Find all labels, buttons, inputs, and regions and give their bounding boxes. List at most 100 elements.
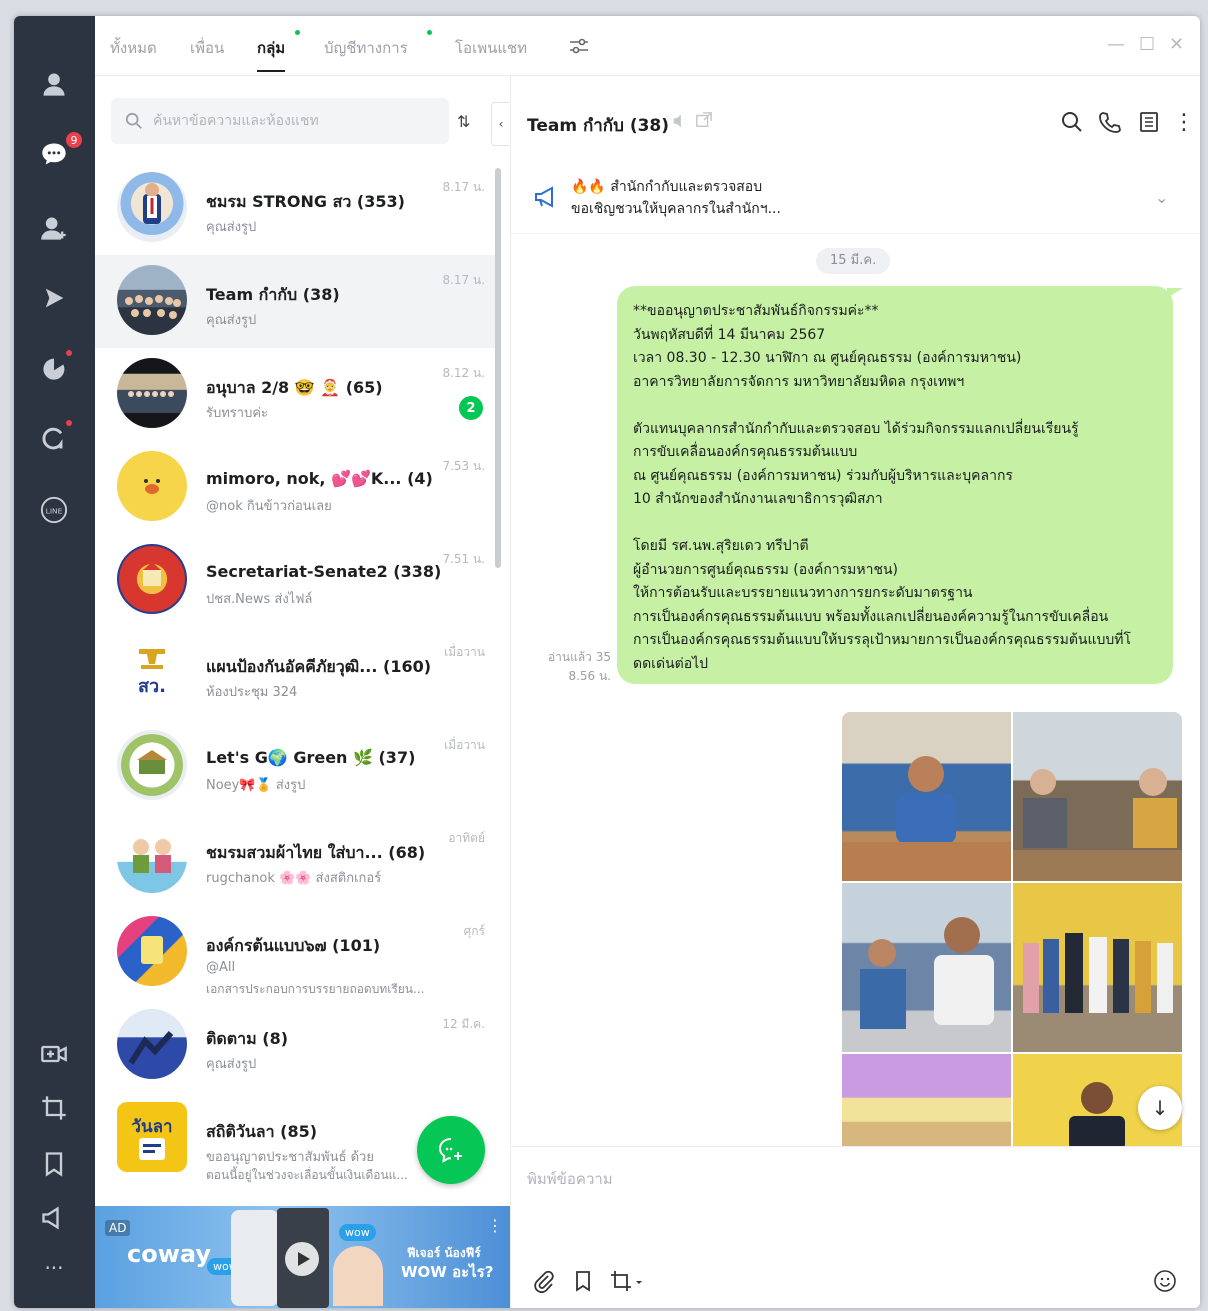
group-avatar [117,172,187,242]
notification-dot [427,30,432,35]
chat-preview: ปชส.News ส่งไฟล์ [206,592,313,607]
photo-album-message[interactable] [842,712,1182,1146]
chat-preview: คุณส่งรูป [206,1057,257,1072]
today-icon[interactable] [34,348,74,388]
ad-tag: AD [105,1220,131,1236]
photo-thumbnail[interactable] [1013,883,1182,1052]
add-friend-icon[interactable] [34,208,74,248]
emoji-icon[interactable] [1153,1269,1179,1295]
chat-name: Secretariat-Senate2 (338) [206,562,442,581]
message-line: 10 สำนักของสำนักงานเลขาธิการวุฒิสภา [633,491,883,507]
announcement-text: ขอเชิญชวนให้บุคลากรในสำนักฯ... [571,201,781,217]
chats-icon[interactable]: 9 [34,130,84,174]
chat-name: อนุบาล 2/8 🤓 🤶 (65) [206,378,383,397]
screenshot-icon[interactable] [34,1088,74,1128]
photo-thumbnail[interactable] [1013,712,1182,881]
chat-time: 7.53 น. [442,459,485,473]
search-input[interactable] [153,113,433,129]
chat-list-item[interactable]: mimoro, nok, 💕💕K... (4) @nok กินข้าวก่อน… [95,441,497,534]
tab-friends[interactable]: เพื่อน [190,36,224,60]
more-icon[interactable]: ··· [34,1248,74,1288]
collapse-panel-button[interactable]: ‹ [491,102,511,146]
message-line: ดดเด่นต่อไป [633,655,709,672]
chat-name: ชมรมสวมผ้าไทย ใส่บา... (68) [206,843,426,862]
photo-thumbnail[interactable] [842,1054,1011,1146]
ad-product-image [231,1210,279,1306]
attach-icon[interactable] [531,1269,557,1295]
menu-more-icon[interactable]: ⋮ [1173,110,1199,136]
chat-list-item[interactable]: ชมรมสวมผ้าไทย ใส่บา... (68) rugchanok 🌸🌸… [95,813,497,906]
mute-icon[interactable] [671,112,689,134]
keep-icon[interactable] [34,1144,74,1184]
chat-name: องค์กรต้นแบบ๖๗ (101) [206,936,381,955]
filter-icon[interactable] [568,36,590,60]
chat-time: ศุกร์ [463,924,485,938]
sort-icon[interactable]: ⇅ [457,112,485,134]
external-window-icon[interactable] [695,111,713,133]
voom-icon[interactable] [34,278,74,318]
chat-time: อาทิตย์ [448,831,485,845]
message-line: การเป็นองค์กรคุณธรรมต้นแบบให้บรรลุเป้าหม… [633,632,1132,648]
play-icon[interactable] [285,1242,319,1276]
phone-icon[interactable] [1098,110,1124,136]
group-avatar [117,544,187,614]
chat-name: ติดตาม (8) [206,1029,289,1048]
search-icon[interactable] [1060,110,1086,136]
left-rail: 9 LINE ··· [14,16,95,1308]
chat-list-item[interactable]: Secretariat-Senate2 (338) ปชส.News ส่งไฟ… [95,534,497,627]
notes-icon[interactable] [1137,110,1163,136]
new-chat-button[interactable] [417,1116,485,1184]
tab-all[interactable]: ทั้งหมด [110,36,157,60]
message-line: อาคารวิทยาลัยการจัดการ มหาวิทยาลัยมหิดล … [633,373,965,390]
tab-groups[interactable]: กลุ่ม [257,36,286,72]
message-line: **ขออนุญาตประชาสัมพันธ์กิจกรรมค่ะ** [633,303,879,319]
photo-thumbnail[interactable] [842,712,1011,881]
top-tabs: ทั้งหมด เพื่อน กลุ่ม บัญชีทางการ โอเพนแช… [95,16,1200,76]
photo-thumbnail[interactable] [842,883,1011,1052]
chevron-down-icon[interactable]: ⌄ [1155,188,1168,207]
advertisement-banner[interactable]: AD coway wow wow ฟีเจอร์ น้องฟีร์ WOW อะ… [95,1206,510,1308]
maximize-icon[interactable]: ☐ [1139,34,1155,55]
chat-room-panel: Team กำกับ (38) ⋮ 🔥🔥 สำนักกำกับและตรวจสอ… [510,76,1200,1308]
chat-list-item-selected[interactable]: Team กำกับ (38) คุณส่งรูป 8.17 น. [95,255,497,348]
close-icon[interactable]: ✕ [1169,34,1184,55]
chat-header: Team กำกับ (38) ⋮ [511,76,1200,166]
notification-dot [66,350,72,356]
chat-list-item[interactable]: ชมรม STRONG สว (353) คุณส่งรูป 8.17 น. [95,162,497,255]
message-bubble[interactable]: **ขออนุญาตประชาสัมพันธ์กิจกรรมค่ะ** วันพ… [617,286,1173,684]
message-input[interactable] [527,1167,1167,1227]
group-avatar [117,823,187,893]
group-avatar [117,1009,187,1079]
line-logo-icon[interactable]: LINE [34,490,74,530]
chat-name: แผนป้องกันอัคคีภัยวุฒิ... (160) [206,657,432,676]
keep-icon[interactable] [571,1269,597,1295]
tab-openchat[interactable]: โอเพนแชท [455,36,527,60]
announcement-bar[interactable]: 🔥🔥 สำนักกำกับและตรวจสอบ ขอเชิญชวนให้บุคล… [511,166,1200,234]
read-count: อ่านแล้ว 35 [547,650,611,664]
chat-name: Team กำกับ (38) [206,285,340,304]
chat-list-item[interactable]: Let's G🌍 Green 🌿 (37) Noey🎀🏅 ส่งรูป เมื่… [95,720,497,813]
message-line [633,394,1159,418]
announcement-icon[interactable] [34,1198,74,1238]
chat-list-item[interactable]: สว. แผนป้องกันอัคคีภัยวุฒิ... (160) ห้อง… [95,627,497,720]
chat-list-item[interactable]: องค์กรต้นแบบ๖๗ (101) @All เอกสารประกอบกา… [95,906,497,999]
ad-more-icon[interactable]: ⋮ [487,1216,503,1235]
unread-badge: 9 [64,130,84,150]
message-line: โดยมี รศ.นพ.สุริยเดว ทรีปาตี [633,538,809,554]
chat-name: ชมรม STRONG สว (353) [206,192,405,211]
line-logo-text: LINE [46,506,63,515]
search-icon [125,112,142,129]
scroll-to-bottom-button[interactable]: ↓ [1138,1086,1182,1130]
chat-room-title: Team กำกับ (38) [527,116,670,136]
friends-icon[interactable] [34,64,74,104]
video-call-icon[interactable] [34,1034,74,1074]
chat-list-item[interactable]: ติดตาม (8) คุณส่งรูป 12 มี.ค. [95,999,497,1092]
tab-official-accounts[interactable]: บัญชีทางการ [324,36,408,60]
minimize-icon[interactable]: — [1107,34,1125,55]
list-scrollbar[interactable] [495,168,501,568]
search-box [111,98,449,144]
chat-list-item[interactable]: อนุบาล 2/8 🤓 🤶 (65) รับทราบค่ะ 8.12 น. 2 [95,348,497,441]
line-app-window: 9 LINE ··· ทั้งหมด เพื่อน กลุ่ม บัญชีทาง… [14,16,1200,1308]
screenshot-icon[interactable] [609,1269,649,1295]
openchat-icon[interactable] [34,418,74,458]
